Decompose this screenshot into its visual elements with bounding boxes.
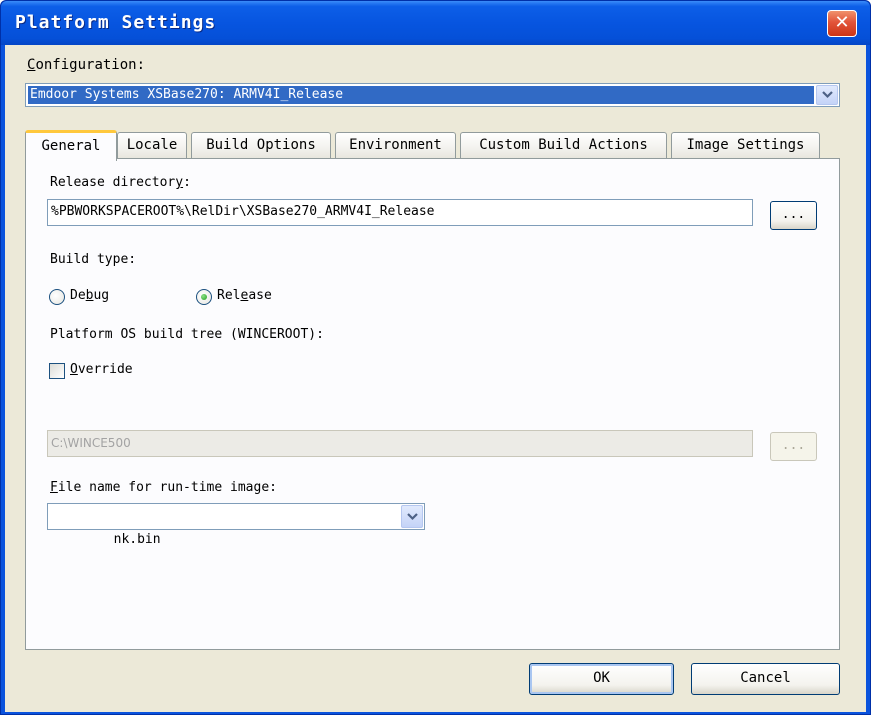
- release-directory-input[interactable]: %PBWORKSPACEROOT%\RelDir\XSBase270_ARMV4…: [47, 199, 753, 226]
- file-name-label-accel: F: [50, 480, 58, 495]
- os-build-tree-input: C:\WINCE500: [47, 430, 753, 457]
- os-build-tree-label: Platform OS build tree (WINCEROOT):: [50, 327, 324, 342]
- platform-settings-dialog: Platform Settings ✕ Configuration: Emdoo…: [0, 0, 871, 715]
- chevron-down-icon: [406, 512, 418, 520]
- file-name-label-rest: ile name for run-time image:: [57, 480, 277, 495]
- release-radio[interactable]: [196, 289, 212, 305]
- release-label-pre: Rel: [217, 288, 241, 303]
- file-name-value: nk.bin: [113, 532, 161, 547]
- override-checkbox[interactable]: [49, 363, 65, 379]
- debug-label-post: ug: [93, 288, 110, 303]
- chevron-down-icon: [821, 91, 833, 99]
- tab-general[interactable]: General: [25, 130, 117, 161]
- override-label[interactable]: Override: [70, 362, 133, 377]
- configuration-selected-value: Emdoor Systems XSBase270: ARMV4I_Release: [28, 86, 814, 104]
- cancel-button[interactable]: Cancel: [691, 663, 840, 695]
- ok-button[interactable]: OK: [529, 663, 674, 695]
- release-directory-label-post: :: [183, 175, 191, 190]
- configuration-dropdown-button[interactable]: [816, 85, 838, 105]
- os-build-tree-browse-button: ...: [770, 432, 817, 461]
- tab-custom-build-actions[interactable]: Custom Build Actions: [460, 132, 667, 158]
- title-bar[interactable]: Platform Settings ✕: [1, 1, 870, 45]
- build-type-label: Build type:: [50, 252, 137, 267]
- debug-radio-label[interactable]: Debug: [70, 288, 109, 303]
- release-directory-label-accel: y: [175, 175, 184, 190]
- override-label-accel: O: [70, 362, 78, 377]
- close-icon: ✕: [834, 12, 850, 33]
- window-title: Platform Settings: [15, 12, 217, 33]
- general-tab-panel: Release directory: %PBWORKSPACEROOT%\Rel…: [25, 158, 840, 650]
- tab-environment[interactable]: Environment: [335, 132, 456, 158]
- debug-radio[interactable]: [49, 289, 65, 305]
- file-name-label: File name for run-time image:: [50, 480, 277, 495]
- radio-selected-dot: [201, 294, 207, 300]
- file-name-dropdown-button[interactable]: [401, 505, 423, 528]
- configuration-label: Configuration:: [27, 57, 145, 73]
- release-label-post: ase: [248, 288, 272, 303]
- file-name-dropdown[interactable]: nk.bin: [47, 503, 425, 547]
- tab-locale[interactable]: Locale: [117, 132, 187, 158]
- configuration-label-rest: onfiguration:: [35, 57, 146, 73]
- release-directory-label: Release directory:: [50, 175, 191, 190]
- release-directory-browse-button[interactable]: ...: [770, 201, 817, 230]
- tab-image-settings[interactable]: Image Settings: [671, 132, 820, 158]
- release-directory-label-pre: Release director: [50, 175, 176, 190]
- debug-label-pre: De: [70, 288, 86, 303]
- dialog-client-area: Configuration: Emdoor Systems XSBase270:…: [5, 45, 866, 712]
- tab-build-options[interactable]: Build Options: [191, 132, 331, 158]
- release-radio-label[interactable]: Release: [217, 288, 272, 303]
- close-button[interactable]: ✕: [827, 10, 857, 37]
- override-label-rest: verride: [77, 362, 133, 377]
- configuration-dropdown[interactable]: Emdoor Systems XSBase270: ARMV4I_Release: [25, 83, 840, 107]
